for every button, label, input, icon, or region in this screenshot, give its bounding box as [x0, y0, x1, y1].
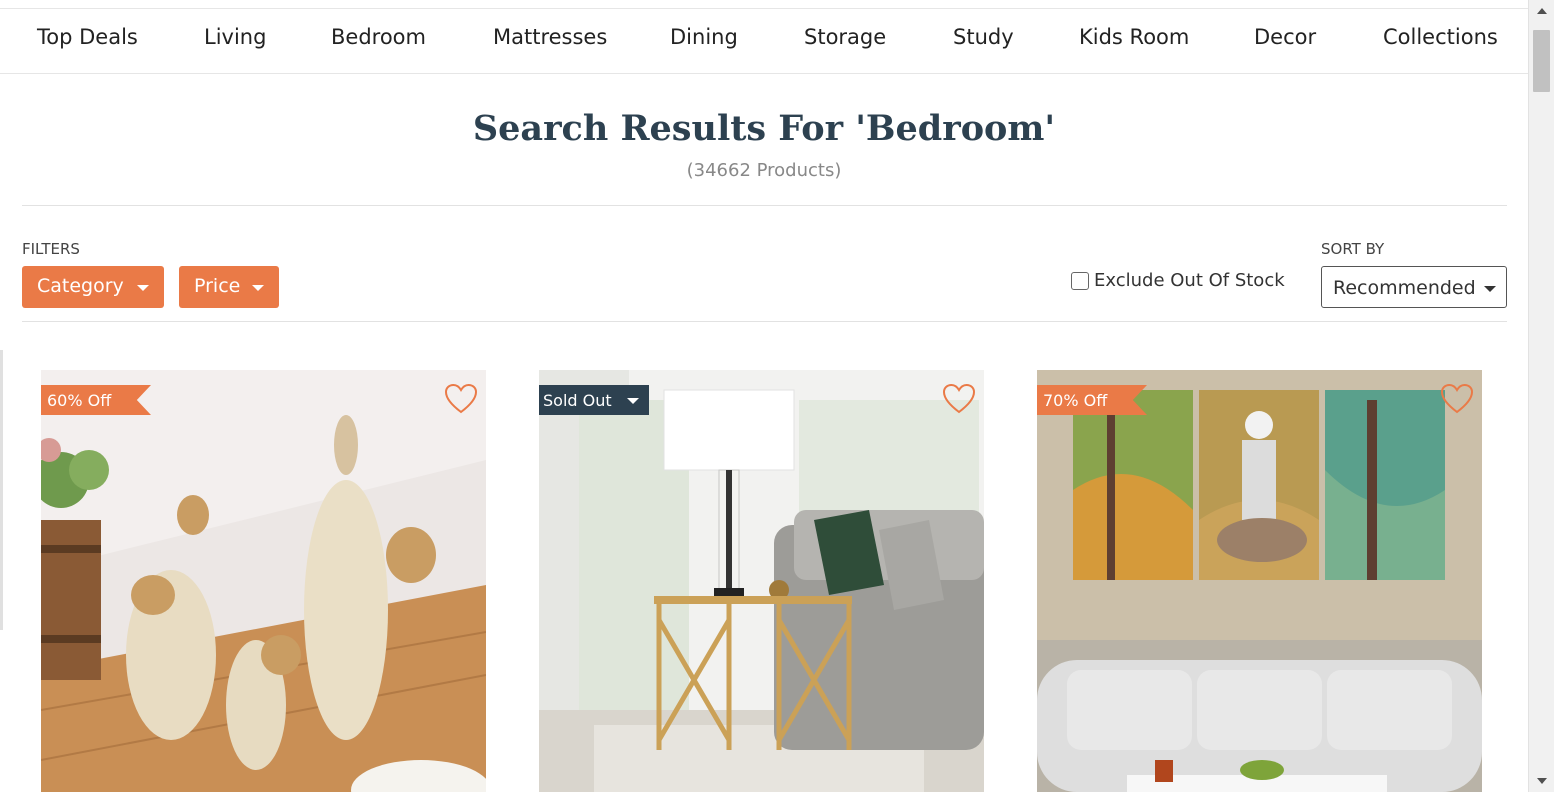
sort-selected-value: Recommended — [1333, 277, 1476, 299]
divider — [22, 205, 1507, 206]
exclude-out-of-stock-checkbox[interactable] — [1071, 271, 1089, 290]
product-card[interactable]: 70% Off — [1037, 370, 1482, 792]
nav-item-mattresses[interactable]: Mattresses — [493, 25, 607, 49]
category-filter-button[interactable]: Category — [22, 266, 164, 308]
nav-item-living[interactable]: Living — [204, 25, 266, 49]
chevron-down-icon — [252, 285, 264, 291]
side-panel-edge — [0, 350, 3, 630]
chevron-down-icon — [1484, 286, 1496, 292]
price-filter-label: Price — [194, 275, 241, 297]
nav-item-study[interactable]: Study — [953, 25, 1014, 49]
product-image[interactable] — [539, 370, 984, 792]
product-image[interactable] — [41, 370, 486, 792]
page-scrollbar[interactable] — [1528, 0, 1554, 792]
product-card[interactable]: 60% Off — [41, 370, 486, 792]
divider — [22, 321, 1507, 322]
sold-out-badge[interactable]: Sold Out — [539, 385, 649, 415]
scroll-down-arrow-icon[interactable] — [1537, 778, 1547, 784]
nav-item-kids-room[interactable]: Kids Room — [1079, 25, 1189, 49]
product-card[interactable]: Sold Out — [539, 370, 984, 792]
price-filter-button[interactable]: Price — [179, 266, 279, 308]
exclude-out-of-stock-label: Exclude Out Of Stock — [1094, 270, 1285, 291]
nav-item-dining[interactable]: Dining — [670, 25, 738, 49]
filters-label: FILTERS — [22, 240, 80, 258]
discount-badge: 70% Off — [1037, 385, 1147, 415]
chevron-down-icon — [137, 285, 149, 291]
nav-item-bedroom[interactable]: Bedroom — [331, 25, 426, 49]
nav-item-decor[interactable]: Decor — [1254, 25, 1316, 49]
wishlist-heart-icon[interactable] — [1441, 384, 1473, 414]
product-image[interactable] — [1037, 370, 1482, 792]
top-category-nav: Top Deals Living Bedroom Mattresses Dini… — [0, 8, 1528, 74]
nav-item-top-deals[interactable]: Top Deals — [37, 25, 138, 49]
discount-badge: 60% Off — [41, 385, 151, 415]
wishlist-heart-icon[interactable] — [943, 384, 975, 414]
nav-item-storage[interactable]: Storage — [804, 25, 886, 49]
sold-out-label: Sold Out — [543, 391, 612, 410]
scrollbar-thumb[interactable] — [1533, 30, 1550, 92]
exclude-out-of-stock-toggle[interactable]: Exclude Out Of Stock — [1071, 270, 1285, 291]
wishlist-heart-icon[interactable] — [445, 384, 477, 414]
nav-item-collections[interactable]: Collections — [1383, 25, 1498, 49]
sort-by-label: SORT BY — [1321, 240, 1385, 258]
product-count: (34662 Products) — [686, 160, 842, 181]
sort-by-select[interactable]: Recommended — [1321, 266, 1507, 308]
category-filter-label: Category — [37, 275, 124, 297]
page-title: Search Results For 'Bedroom' — [472, 108, 1056, 149]
scroll-up-arrow-icon[interactable] — [1537, 8, 1547, 14]
chevron-down-icon — [627, 398, 639, 404]
